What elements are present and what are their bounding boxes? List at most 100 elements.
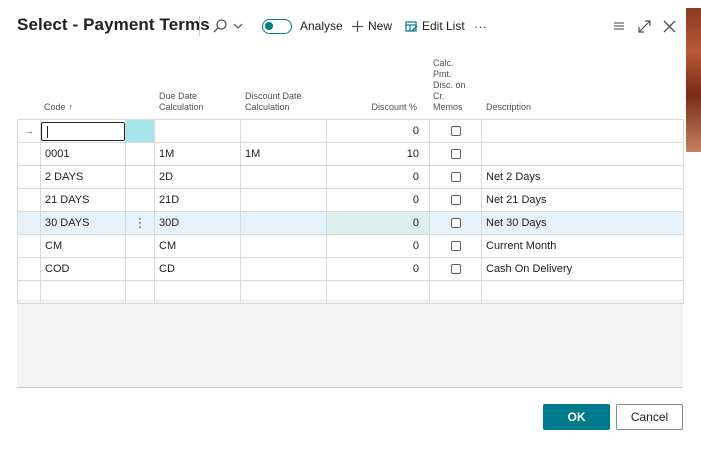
discount-date-cell[interactable] — [240, 188, 327, 212]
row-indicator-arrow-icon: → — [17, 119, 41, 143]
description-cell[interactable] — [481, 142, 684, 166]
code-cell[interactable]: 30 DAYS — [40, 211, 126, 235]
payment-terms-grid: Code ↑ Due Date Calculation Discount Date… — [17, 52, 684, 387]
calc-disc-checkbox[interactable] — [450, 195, 461, 206]
calc-disc-checkbox-cell[interactable] — [429, 142, 482, 166]
calc-disc-checkbox-cell[interactable] — [429, 165, 482, 189]
due-date-cell[interactable]: CM — [154, 234, 241, 258]
edit-list-button[interactable]: Edit List — [405, 16, 465, 36]
row-menu-icon[interactable]: ⋮ — [125, 211, 155, 235]
sort-ascending-icon: ↑ — [68, 102, 74, 112]
toggle-switch[interactable] — [262, 18, 292, 34]
calc-disc-checkbox[interactable] — [450, 172, 461, 183]
row-action-cell[interactable] — [125, 188, 155, 212]
calc-disc-checkbox-cell[interactable] — [429, 234, 482, 258]
row-action-cell[interactable] — [125, 234, 155, 258]
calc-header-line1: Calc. — [433, 58, 454, 68]
calc-disc-checkbox[interactable] — [450, 241, 461, 252]
discount-pct-cell[interactable]: 0 — [326, 119, 430, 143]
page-title: Select - Payment Terms — [17, 15, 210, 34]
description-cell[interactable]: Current Month — [481, 234, 684, 258]
due-date-cell[interactable]: 21D — [154, 188, 241, 212]
description-cell[interactable]: Net 2 Days — [481, 165, 684, 189]
pct-header-label: Discount % — [371, 102, 417, 112]
code-cell[interactable]: COD — [40, 257, 126, 281]
ok-button[interactable]: OK — [543, 404, 610, 430]
description-cell[interactable]: Cash On Delivery — [481, 257, 684, 281]
expand-button[interactable] — [637, 16, 652, 36]
discount-pct-cell[interactable]: 0 — [326, 188, 430, 212]
table-row[interactable]: COD CD 0 Cash On Delivery — [17, 257, 684, 281]
code-cell[interactable]: 21 DAYS — [40, 188, 126, 212]
code-cell[interactable] — [40, 119, 126, 143]
discount-date-cell[interactable] — [240, 119, 327, 143]
code-cell[interactable]: 2 DAYS — [40, 165, 126, 189]
new-label: New — [368, 19, 393, 33]
table-row[interactable]: 0001 1M 1M 10 — [17, 142, 684, 166]
table-row-selected[interactable]: 30 DAYS ⋮ 30D 0 Net 30 Days — [17, 211, 684, 235]
close-button[interactable] — [662, 16, 677, 36]
discount-date-cell[interactable] — [240, 211, 327, 235]
analyse-label: Analyse — [300, 19, 343, 33]
plus-icon — [351, 20, 364, 33]
discount-pct-cell[interactable]: 0 — [326, 165, 430, 189]
row-action-cell[interactable] — [125, 165, 155, 189]
title-divider — [199, 16, 200, 36]
table-row[interactable]: 2 DAYS 2D 0 Net 2 Days — [17, 165, 684, 189]
due-date-cell[interactable]: 30D — [154, 211, 241, 235]
cancel-button[interactable]: Cancel — [616, 404, 683, 430]
code-cell[interactable]: 0001 — [40, 142, 126, 166]
calc-disc-checkbox[interactable] — [450, 264, 461, 275]
expand-icon — [637, 19, 652, 34]
calc-disc-checkbox-cell[interactable] — [429, 211, 482, 235]
column-header-calc-pmt-disc[interactable]: Calc. Pmt. Disc. on Cr. Memos — [433, 52, 483, 119]
description-cell[interactable] — [481, 119, 684, 143]
discount-pct-cell[interactable]: 0 — [326, 257, 430, 281]
row-action-cell[interactable] — [125, 257, 155, 281]
description-cell[interactable]: Net 21 Days — [481, 188, 684, 212]
code-cell[interactable]: CM — [40, 234, 126, 258]
row-action-cell[interactable] — [125, 119, 155, 143]
calc-disc-checkbox-cell[interactable] — [429, 188, 482, 212]
due-date-cell[interactable]: CD — [154, 257, 241, 281]
row-action-cell[interactable] — [125, 142, 155, 166]
due-date-cell[interactable]: 2D — [154, 165, 241, 189]
column-header-discount-pct[interactable]: Discount % — [327, 52, 419, 119]
calc-header-line4: Cr. — [433, 91, 445, 101]
description-cell[interactable]: Net 30 Days — [481, 211, 684, 235]
calc-disc-checkbox[interactable] — [450, 149, 461, 160]
column-header-description[interactable]: Description — [486, 52, 586, 119]
due-date-cell[interactable] — [154, 119, 241, 143]
search-button[interactable] — [212, 16, 243, 36]
due-header-line1: Due Date — [159, 91, 198, 101]
list-view-button[interactable] — [612, 16, 626, 36]
new-button[interactable]: New — [351, 16, 392, 36]
calc-disc-checkbox-cell[interactable] — [429, 119, 482, 143]
discount-date-cell[interactable] — [240, 165, 327, 189]
edit-list-icon — [405, 20, 418, 33]
code-input[interactable] — [41, 121, 125, 141]
analyse-toggle[interactable]: Analyse — [262, 16, 343, 36]
disc-header-line1: Discount Date — [245, 91, 302, 101]
column-header-code[interactable]: Code ↑ — [44, 52, 124, 119]
table-row-new[interactable]: → 0 — [17, 119, 684, 143]
calc-disc-checkbox-cell[interactable] — [429, 257, 482, 281]
more-options-button[interactable]: ··· — [474, 16, 487, 36]
discount-pct-cell[interactable]: 0 — [326, 211, 430, 235]
edit-list-label: Edit List — [422, 19, 465, 33]
due-date-cell[interactable]: 1M — [154, 142, 241, 166]
calc-disc-checkbox[interactable] — [450, 218, 461, 229]
discount-date-cell[interactable]: 1M — [240, 142, 327, 166]
background-image-strip — [686, 8, 701, 152]
desc-header-label: Description — [486, 102, 532, 112]
discount-pct-cell[interactable]: 10 — [326, 142, 430, 166]
calc-header-line2: Pmt. — [433, 69, 452, 79]
discount-date-cell[interactable] — [240, 234, 327, 258]
discount-pct-cell[interactable]: 0 — [326, 234, 430, 258]
column-header-due-date[interactable]: Due Date Calculation — [159, 52, 239, 119]
table-row[interactable]: CM CM 0 Current Month — [17, 234, 684, 258]
calc-disc-checkbox[interactable] — [450, 126, 461, 137]
discount-date-cell[interactable] — [240, 257, 327, 281]
column-header-discount-date[interactable]: Discount Date Calculation — [245, 52, 331, 119]
table-row[interactable]: 21 DAYS 21D 0 Net 21 Days — [17, 188, 684, 212]
